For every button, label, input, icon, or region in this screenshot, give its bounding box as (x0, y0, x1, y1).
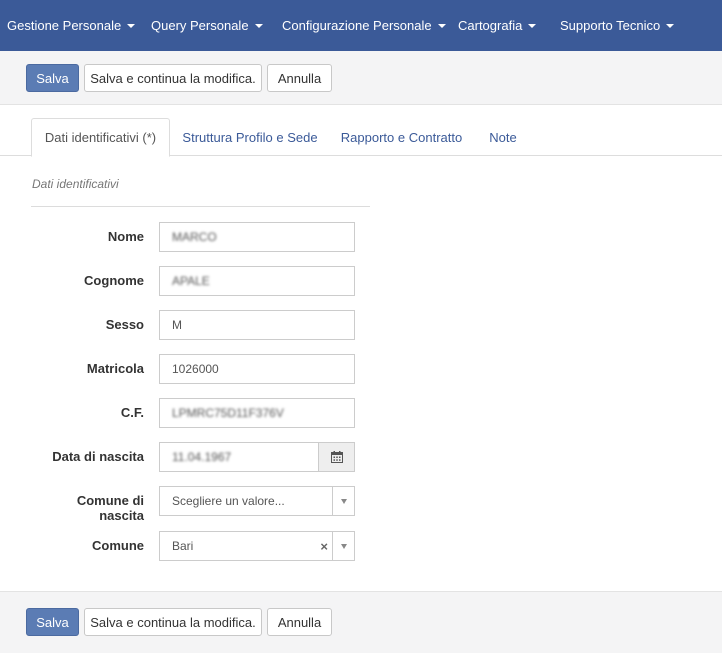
matricola-label: Matricola (86, 361, 144, 376)
nav-label: Supporto Tecnico (560, 18, 661, 33)
comune-nascita-label: Comune di nascita (76, 493, 144, 523)
save-button[interactable]: Salva (26, 64, 79, 92)
save-button[interactable]: Salva (26, 608, 79, 636)
nav-label: Cartografia (458, 18, 523, 33)
comune-nascita-placeholder: Scegliere un valore... (172, 494, 285, 508)
comune-value: Bari (172, 539, 194, 553)
chevron-down-icon (340, 498, 347, 504)
nav-label: Configurazione Personale (282, 18, 432, 33)
section-title: Dati identificativi (32, 177, 119, 191)
top-action-bar: Salva Salva e continua la modifica. Annu… (0, 51, 722, 105)
sesso-label: Sesso (105, 317, 144, 332)
cognome-input[interactable]: APALE (159, 266, 355, 296)
caret-down-icon (437, 24, 446, 28)
sesso-value: M (172, 318, 182, 332)
matricola-value: 1026000 (172, 362, 219, 376)
nav-supporto-tecnico[interactable]: Supporto Tecnico (560, 0, 675, 51)
nome-label: Nome (107, 229, 144, 244)
matricola-input[interactable]: 1026000 (159, 354, 355, 384)
tab-dati-identificativi[interactable]: Dati identificativi (*) (31, 118, 170, 157)
nome-value: MARCO (172, 230, 217, 244)
comune-nascita-select[interactable]: Scegliere un valore... (159, 486, 355, 516)
nav-query-personale[interactable]: Query Personale (151, 0, 263, 51)
dropdown-arrow[interactable] (332, 487, 354, 515)
nav-gestione-personale[interactable]: Gestione Personale (7, 0, 136, 51)
tab-struttura-profilo[interactable]: Struttura Profilo e Sede (176, 118, 324, 156)
cognome-value: APALE (172, 274, 210, 288)
nav-cartografia[interactable]: Cartografia (458, 0, 537, 51)
data-nascita-label: Data di nascita (52, 449, 144, 464)
nav-label: Query Personale (151, 18, 249, 33)
calendar-button[interactable] (318, 442, 355, 472)
caret-down-icon (254, 24, 263, 28)
data-nascita-value: 11.04.1967 (172, 450, 232, 464)
cancel-button[interactable]: Annulla (267, 608, 332, 636)
cognome-label: Cognome (84, 273, 144, 288)
nome-input[interactable]: MARCO (159, 222, 355, 252)
data-nascita-input[interactable]: 11.04.1967 (159, 442, 355, 472)
caret-down-icon (666, 24, 675, 28)
sesso-input[interactable]: M (159, 310, 355, 340)
cf-label: C.F. (120, 405, 144, 420)
nav-label: Gestione Personale (7, 18, 122, 33)
cf-value: LPMRC75D11F376V (172, 406, 284, 420)
clear-icon[interactable]: × (320, 532, 328, 560)
tab-bar: Dati identificativi (*) Struttura Profil… (0, 118, 722, 157)
nav-configurazione-personale[interactable]: Configurazione Personale (282, 0, 446, 51)
section-divider (31, 206, 370, 207)
caret-down-icon (528, 24, 537, 28)
comune-select[interactable]: Bari × (159, 531, 355, 561)
save-continue-button[interactable]: Salva e continua la modifica. (84, 64, 262, 92)
caret-down-icon (127, 24, 136, 28)
cancel-button[interactable]: Annulla (267, 64, 332, 92)
save-continue-button[interactable]: Salva e continua la modifica. (84, 608, 262, 636)
calendar-icon (330, 451, 343, 463)
cf-input[interactable]: LPMRC75D11F376V (159, 398, 355, 428)
main-navbar: Gestione Personale Query Personale Confi… (0, 0, 722, 51)
dropdown-arrow[interactable] (332, 532, 354, 560)
tab-rapporto-contratto[interactable]: Rapporto e Contratto (334, 118, 469, 156)
bottom-action-bar: Salva Salva e continua la modifica. Annu… (0, 591, 722, 653)
tab-note[interactable]: Note (478, 118, 528, 156)
comune-label: Comune (92, 538, 144, 553)
chevron-down-icon (340, 543, 347, 549)
